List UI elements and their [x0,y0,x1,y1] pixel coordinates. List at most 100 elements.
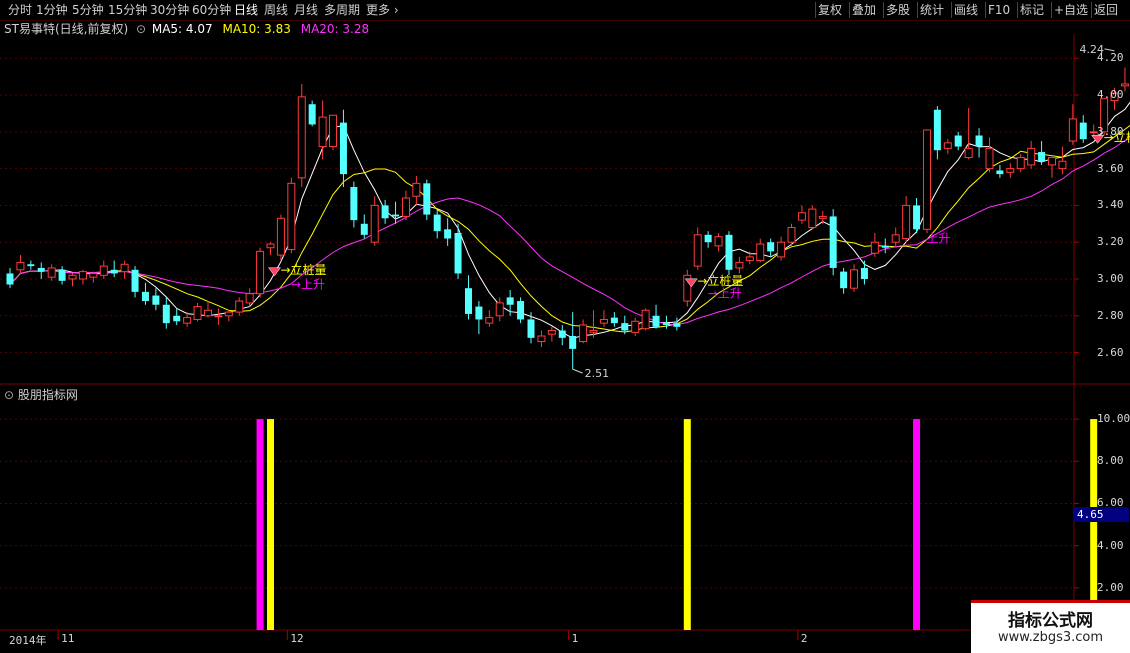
candle [340,110,347,187]
indicator-bar [267,419,274,630]
candle-body [1080,123,1087,140]
candle-body [965,148,972,157]
candle [684,270,691,307]
candle-body [257,251,264,293]
candle-body [298,97,305,178]
candle [725,231,732,275]
candle-body [986,148,993,168]
candle [100,261,107,279]
candle [705,231,712,248]
candle-body [319,117,326,146]
candle-body [90,273,97,277]
candle [840,268,847,294]
candle [79,270,86,285]
candle [1049,158,1056,178]
candle [215,308,222,325]
candle [475,301,482,334]
candle [736,257,743,274]
candle-body [903,205,910,238]
candle-body [142,292,149,301]
candle [548,327,555,342]
rise-signal-label: →上升 [708,287,742,301]
candle [913,198,920,233]
candle-body [673,323,680,327]
watermark-title: 指标公式网 [971,606,1130,631]
kline-chart[interactable]: 2.514.24→立桩量→上升→立桩量→上升上升→立桩量 [0,0,1130,650]
candle-body [7,273,14,284]
candle [955,132,962,150]
price-tick-label: 2.80 [1097,309,1124,322]
candle [569,312,576,369]
candle [465,275,472,319]
price-tick-label: 4.20 [1097,51,1124,64]
candle [371,196,378,246]
candle [173,308,180,325]
candle [600,310,607,327]
candle [69,273,76,286]
candle-body [851,270,858,288]
candle-body [840,272,847,289]
candle [996,165,1003,178]
date-tick-label: 2 [801,632,808,645]
candle-body [444,229,451,238]
candle [382,200,389,224]
candle-body [788,227,795,242]
candle-body [361,224,368,235]
candle-body [715,237,722,246]
candle [580,319,587,343]
candle-body [653,316,660,327]
candle [142,283,149,305]
candle [111,261,118,278]
candle-body [496,303,503,316]
indicator-tick-label: 6.00 [1097,496,1124,509]
indicator-tick-label: 10.00 [1097,412,1130,425]
diamond-icon [269,268,281,276]
watermark-url: www.zbgs3.com [971,630,1130,645]
candle [694,227,701,269]
candle-body [486,318,493,324]
indicator-tick-label: 2.00 [1097,581,1124,594]
ma10-line [10,92,1130,332]
candle-body [194,307,201,320]
candle-body [59,270,66,281]
candle-body [246,294,253,303]
candles-layer [7,51,1130,369]
candle [559,325,566,345]
candle-body [694,235,701,266]
indicator-toggle-icon[interactable]: ⊙ [4,388,14,402]
candle-body [892,235,899,242]
annotations-layer: 2.514.24→立桩量→上升→立桩量→上升上升→立桩量 [269,43,1130,380]
candle [257,248,264,298]
candle [152,288,159,310]
candle [986,137,993,172]
candle-body [642,310,649,328]
date-tick-label: 1 [572,632,579,645]
candle [1080,115,1087,143]
candle-body [204,310,211,316]
candle [486,310,493,327]
candle-body [611,318,618,324]
candle-body [1028,148,1035,165]
candle [538,330,545,347]
candle-body [621,323,628,330]
candle-body [996,170,1003,174]
candle [121,261,128,279]
candle [934,106,941,159]
candle-body [1007,169,1014,173]
candle [715,233,722,251]
candle-body [632,321,639,332]
candle-body [100,266,107,275]
candle-body [423,183,430,214]
candle [267,242,274,255]
candle [798,205,805,223]
candle [871,233,878,257]
price-tick-label: 3.40 [1097,198,1124,211]
candle-body [475,307,482,320]
price-tick-label: 3.20 [1097,235,1124,248]
candle-body [934,110,941,150]
candle [819,211,826,224]
candle-body [225,312,232,316]
candle-body [79,272,86,279]
candle-body [559,330,566,337]
candle-body [152,296,159,305]
